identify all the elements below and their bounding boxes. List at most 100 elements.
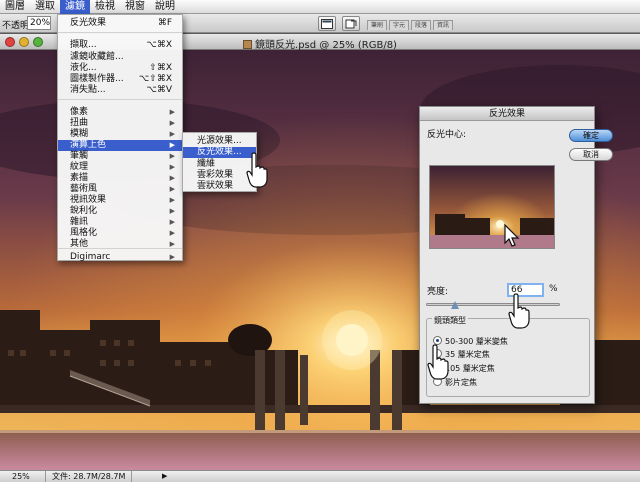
palette-icon	[321, 18, 333, 29]
dialog-title: 反光效果	[420, 107, 594, 121]
tab-character[interactable]: 字元	[389, 20, 410, 30]
menu-item-label: 銳利化	[70, 206, 98, 216]
filter-menu-item[interactable]: 視訊效果 ▶	[58, 195, 182, 206]
menu-shortcut: ⌥⌘V	[146, 85, 172, 95]
toggle-palettes-button[interactable]	[318, 16, 336, 31]
hand-pointer-icon	[427, 344, 449, 380]
filter-menu-item[interactable]: 像素 ▶	[58, 107, 182, 118]
menu-item-label: 風格化	[70, 228, 98, 238]
menu-layer[interactable]: 圖層	[0, 0, 30, 14]
menu-item-label: 雜訊	[70, 217, 89, 227]
arrow-pointer-icon	[504, 224, 520, 247]
filter-menu-item[interactable]: 扭曲 ▶	[58, 118, 182, 129]
filter-menu-item[interactable]: 圖樣製作器... ⌥⇧⌘X	[58, 74, 182, 85]
lens-type-title: 鏡頭類型	[432, 315, 468, 326]
brightness-label: 亮度:	[427, 287, 449, 297]
menu-item-label: 濾鏡收藏館...	[70, 52, 124, 62]
submenu-arrow-icon: ▶	[169, 253, 175, 261]
render-submenu-item[interactable]: 光源效果...	[183, 136, 256, 147]
menu-item-label: 紋理	[70, 162, 89, 172]
tab-info[interactable]: 資訊	[433, 20, 454, 30]
menu-item-label: 反光效果	[70, 18, 107, 28]
filter-menu-item[interactable]: 雜訊 ▶	[58, 217, 182, 228]
filter-menu-item[interactable]: 銳利化 ▶	[58, 206, 182, 217]
submenu-arrow-icon: ▶	[169, 196, 175, 204]
menu-item-label: 扭曲	[70, 118, 89, 128]
menu-item-label: 圖樣製作器...	[70, 74, 124, 84]
flare-center-label: 反光中心:	[427, 130, 467, 140]
filter-menu-item[interactable]: 風格化 ▶	[58, 228, 182, 239]
menu-bar: 圖層 選取 濾鏡 檢視 視窗 說明	[0, 0, 640, 14]
brightness-slider[interactable]	[426, 303, 560, 306]
filter-menu-item[interactable]: 液化... ⇧⌘X	[58, 63, 182, 74]
menu-item-label: 視訊效果	[70, 195, 107, 205]
submenu-arrow-icon: ▶	[169, 152, 175, 160]
lens-option-label: 35 釐米定焦	[445, 350, 490, 359]
status-menu-arrow[interactable]: ▶	[162, 472, 167, 480]
menu-item-label: 筆觸	[70, 151, 89, 161]
tab-paragraph[interactable]: 段落	[411, 20, 432, 30]
file-size-status[interactable]: 文件: 28.7M/28.7M	[45, 471, 133, 482]
menu-window[interactable]: 視窗	[120, 0, 150, 14]
menu-shortcut: ⌥⌘X	[146, 40, 172, 50]
menu-help[interactable]: 說明	[150, 0, 180, 14]
submenu-arrow-icon: ▶	[169, 141, 175, 149]
filter-menu-item[interactable]: 擷取... ⌥⌘X	[58, 40, 182, 51]
zoom-level[interactable]: 25%	[12, 472, 30, 481]
filter-menu-item[interactable]: 紋理 ▶	[58, 162, 182, 173]
menu-item-label: 擷取...	[70, 40, 97, 50]
lens-option-label: 50-300 釐米變焦	[445, 337, 508, 346]
menu-view[interactable]: 檢視	[90, 0, 120, 14]
opacity-input[interactable]: 20%	[27, 16, 51, 30]
menu-item-label: 模糊	[70, 129, 89, 139]
filter-menu-item[interactable]: 筆觸 ▶	[58, 151, 182, 162]
submenu-arrow-icon: ▶	[169, 229, 175, 237]
menu-item-label: 液化...	[70, 63, 97, 73]
filter-menu-item[interactable]: 素描 ▶	[58, 173, 182, 184]
menu-item-label: 消失點...	[70, 85, 106, 95]
flare-preview[interactable]	[429, 165, 555, 249]
hand-pointer-icon	[508, 293, 530, 329]
filter-menu-item[interactable]: 藝術風 ▶	[58, 184, 182, 195]
toggle-tool-preset-button[interactable]	[342, 16, 360, 31]
percent-label: %	[549, 284, 558, 294]
filter-menu-item[interactable]: 消失點... ⌥⌘V	[58, 85, 182, 96]
menu-item-label: Digimarc	[70, 252, 111, 262]
menu-item-label: 演算上色	[70, 140, 107, 150]
filter-menu-item[interactable]: Digimarc ▶	[58, 252, 182, 263]
status-bar: 25% 文件: 28.7M/28.7M ▶	[0, 470, 640, 482]
submenu-arrow-icon: ▶	[169, 130, 175, 138]
cancel-button[interactable]: 取消	[569, 148, 613, 161]
document-icon	[345, 19, 357, 28]
submenu-arrow-icon: ▶	[169, 185, 175, 193]
menu-shortcut: ⇧⌘X	[149, 63, 172, 73]
submenu-arrow-icon: ▶	[169, 108, 175, 116]
submenu-arrow-icon: ▶	[169, 207, 175, 215]
menu-filter[interactable]: 濾鏡	[60, 0, 90, 14]
menu-item-label: 藝術風	[70, 184, 98, 194]
menu-item-label: 像素	[70, 107, 89, 117]
menu-select[interactable]: 選取	[30, 0, 60, 14]
submenu-arrow-icon: ▶	[169, 174, 175, 182]
ok-button[interactable]: 確定	[569, 129, 613, 142]
lens-option-label: 105 釐米定焦	[445, 364, 495, 373]
brightness-slider-thumb[interactable]	[451, 301, 460, 309]
filter-menu-item[interactable]: 演算上色 ▶	[58, 140, 182, 151]
hand-pointer-icon	[246, 152, 268, 188]
menu-item-label: 素描	[70, 173, 89, 183]
psd-file-icon	[243, 40, 253, 49]
filter-menu-item[interactable]: 模糊 ▶	[58, 129, 182, 140]
preview-thumbnail	[430, 166, 554, 248]
filter-menu-item[interactable]: 反光效果 ⌘F	[58, 18, 182, 29]
submenu-arrow-icon: ▶	[169, 163, 175, 171]
tab-brushes[interactable]: 筆刷	[367, 20, 388, 30]
filter-menu-item[interactable]: 濾鏡收藏館...	[58, 52, 182, 63]
menu-separator	[58, 248, 182, 249]
menu-separator	[58, 32, 182, 33]
submenu-arrow-icon: ▶	[169, 218, 175, 226]
submenu-arrow-icon: ▶	[169, 119, 175, 127]
menu-separator	[58, 99, 182, 100]
menu-shortcut: ⌥⇧⌘X	[138, 74, 172, 84]
menu-shortcut: ⌘F	[157, 18, 172, 28]
filter-menu: 反光效果 ⌘F 擷取... ⌥⌘X 濾鏡收藏館... 液化... ⇧⌘X 圖樣製作器... ⌥⇧…	[57, 14, 183, 263]
